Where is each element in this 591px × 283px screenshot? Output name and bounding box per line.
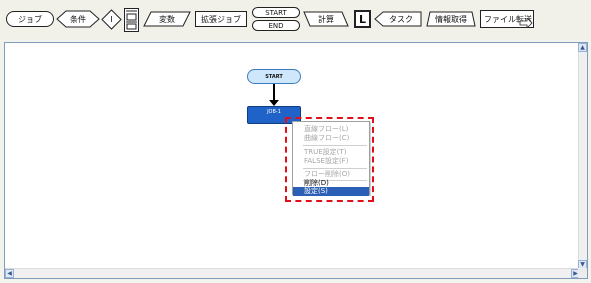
- scroll-up-icon[interactable]: ▲: [578, 43, 587, 52]
- menu-item-false-setting[interactable]: FALSE設定(F): [293, 157, 369, 166]
- menu-item-label: TRUE設定(T): [304, 148, 347, 156]
- context-menu: 直線フロー(L) 曲線フロー(C) TRUE設定(T) FALSE設定(F) フ…: [292, 121, 370, 196]
- start-button[interactable]: START: [252, 7, 300, 18]
- menu-item-label: 設定(S): [304, 187, 328, 195]
- flow-canvas[interactable]: START JOB-1 直線フロー(L) 曲線フロー(C) TRUE設定(T) …: [4, 42, 588, 279]
- toolbar: ジョブ 条件 I 変数 拡張ジョブ START END 計算 L タスク 情報取…: [0, 0, 591, 40]
- menu-item-label: 直線フロー(L): [304, 125, 349, 133]
- label-button-label: L: [358, 12, 366, 26]
- extended-job-button-label: 拡張ジョブ: [201, 14, 241, 24]
- branch-button-label: I: [110, 15, 113, 24]
- flow-editor-window: ジョブ 条件 I 変数 拡張ジョブ START END 計算 L タスク 情報取…: [0, 0, 591, 283]
- branch-button[interactable]: I: [101, 9, 122, 30]
- menu-item-settings[interactable]: 設定(S): [293, 187, 369, 196]
- start-button-label: START: [265, 8, 287, 17]
- menu-item-straight-flow[interactable]: 直線フロー(L): [293, 125, 369, 134]
- menu-item-label: 削除(D): [304, 179, 329, 187]
- variable-button-label: 変数: [159, 14, 175, 24]
- label-button[interactable]: L: [354, 10, 371, 28]
- menu-item-label: フロー削除(O): [304, 170, 350, 178]
- menu-item-true-setting[interactable]: TRUE設定(T): [293, 148, 369, 157]
- job-button[interactable]: ジョブ: [6, 11, 54, 27]
- calculation-button[interactable]: 計算: [303, 11, 349, 27]
- scrollbar-corner: [578, 268, 587, 278]
- condition-button-label: 条件: [70, 14, 86, 24]
- menu-item-label: FALSE設定(F): [304, 157, 349, 165]
- loop-button[interactable]: [124, 8, 139, 32]
- end-button[interactable]: END: [252, 20, 300, 31]
- info-get-button[interactable]: 情報取得: [426, 11, 476, 27]
- calculation-button-label: 計算: [318, 14, 334, 24]
- menu-separator: [303, 168, 367, 169]
- menu-item-label: 曲線フロー(C): [304, 134, 350, 142]
- start-node[interactable]: START: [247, 69, 301, 84]
- menu-item-delete-flow[interactable]: フロー削除(O): [293, 170, 369, 179]
- loop-icon: [124, 8, 139, 32]
- variable-button[interactable]: 変数: [143, 11, 191, 27]
- menu-separator: [303, 145, 367, 146]
- task-button-label: タスク: [389, 14, 413, 24]
- job-button-label: ジョブ: [18, 14, 42, 24]
- menu-item-curved-flow[interactable]: 曲線フロー(C): [293, 134, 369, 143]
- info-get-button-label: 情報取得: [435, 14, 467, 24]
- scroll-left-icon[interactable]: ◀: [5, 269, 14, 278]
- vertical-scrollbar[interactable]: ▲ ▼: [578, 43, 587, 269]
- horizontal-scrollbar[interactable]: ◀ ▶: [5, 268, 580, 278]
- file-transfer-button[interactable]: ファイル転送: [480, 10, 534, 28]
- task-button[interactable]: タスク: [374, 11, 422, 27]
- transfer-arrow-icon: [519, 18, 533, 28]
- condition-button[interactable]: 条件: [56, 10, 100, 28]
- end-button-label: END: [268, 21, 284, 30]
- extended-job-button[interactable]: 拡張ジョブ: [195, 11, 247, 27]
